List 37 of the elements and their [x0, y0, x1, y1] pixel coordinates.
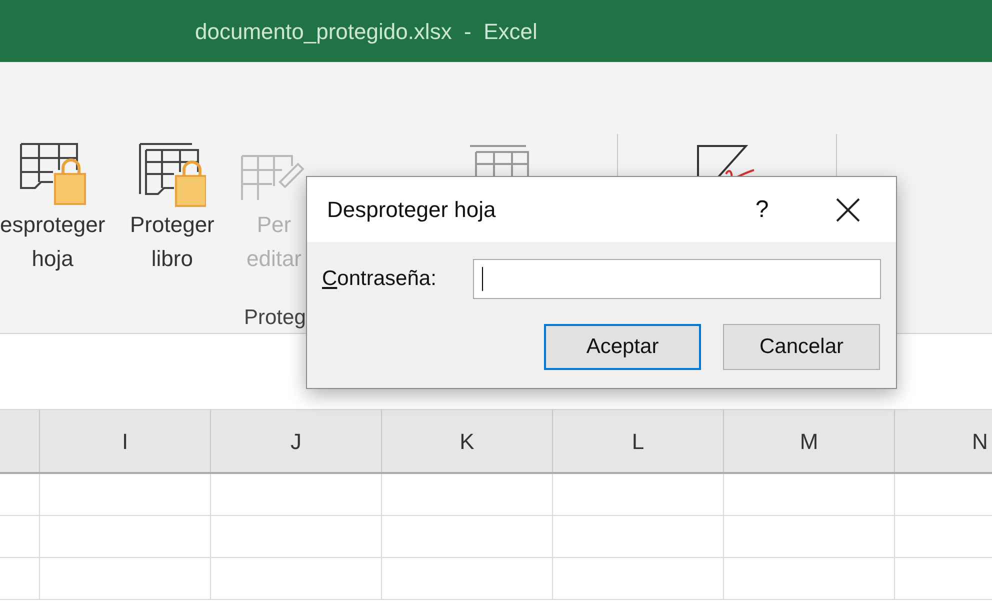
column-header[interactable]: N	[895, 410, 992, 472]
group-label: Proteg	[244, 305, 306, 331]
ribbon-button[interactable]: esproteger hoja	[0, 142, 106, 276]
field-label: Contraseña:	[322, 266, 438, 292]
column-header[interactable]: L	[553, 410, 724, 472]
grid-cell[interactable]	[40, 516, 211, 558]
close-icon[interactable]	[836, 198, 860, 222]
column-header[interactable]: J	[211, 410, 382, 472]
grid-cell[interactable]	[211, 474, 382, 516]
grid-cell[interactable]	[724, 558, 895, 600]
column-header[interactable]: I	[40, 410, 211, 472]
password-field[interactable]	[473, 259, 881, 299]
grid-cell[interactable]	[40, 558, 211, 600]
grid-cell[interactable]	[553, 558, 724, 600]
grid-cell[interactable]	[40, 474, 211, 516]
grid-cell[interactable]	[382, 558, 553, 600]
grid-cell[interactable]	[382, 516, 553, 558]
grid-cell[interactable]	[382, 474, 553, 516]
column-header[interactable]: K	[382, 410, 553, 472]
dialog-title: Desproteger hoja	[327, 196, 497, 224]
grid-cell[interactable]	[0, 516, 40, 558]
grid-cell[interactable]	[724, 516, 895, 558]
grid-cell[interactable]	[553, 516, 724, 558]
dialog-button[interactable]: Aceptar	[544, 324, 701, 370]
grid-cell[interactable]	[724, 474, 895, 516]
window-title: documento_protegido.xlsx - Excel	[195, 18, 538, 46]
column-header[interactable]: M	[724, 410, 895, 472]
dialog-button[interactable]: Cancelar	[723, 324, 880, 370]
help-button[interactable]: ?	[742, 192, 782, 228]
grid-cell[interactable]	[211, 516, 382, 558]
grid-cell[interactable]	[0, 558, 40, 600]
sheet-lock-icon	[18, 142, 87, 208]
grid-cell[interactable]	[211, 558, 382, 600]
grid-cell[interactable]	[553, 474, 724, 516]
ribbon-button[interactable]: Proteger libro	[130, 142, 214, 276]
workbook-lock-icon	[138, 142, 206, 208]
grid-cell[interactable]	[0, 474, 40, 516]
